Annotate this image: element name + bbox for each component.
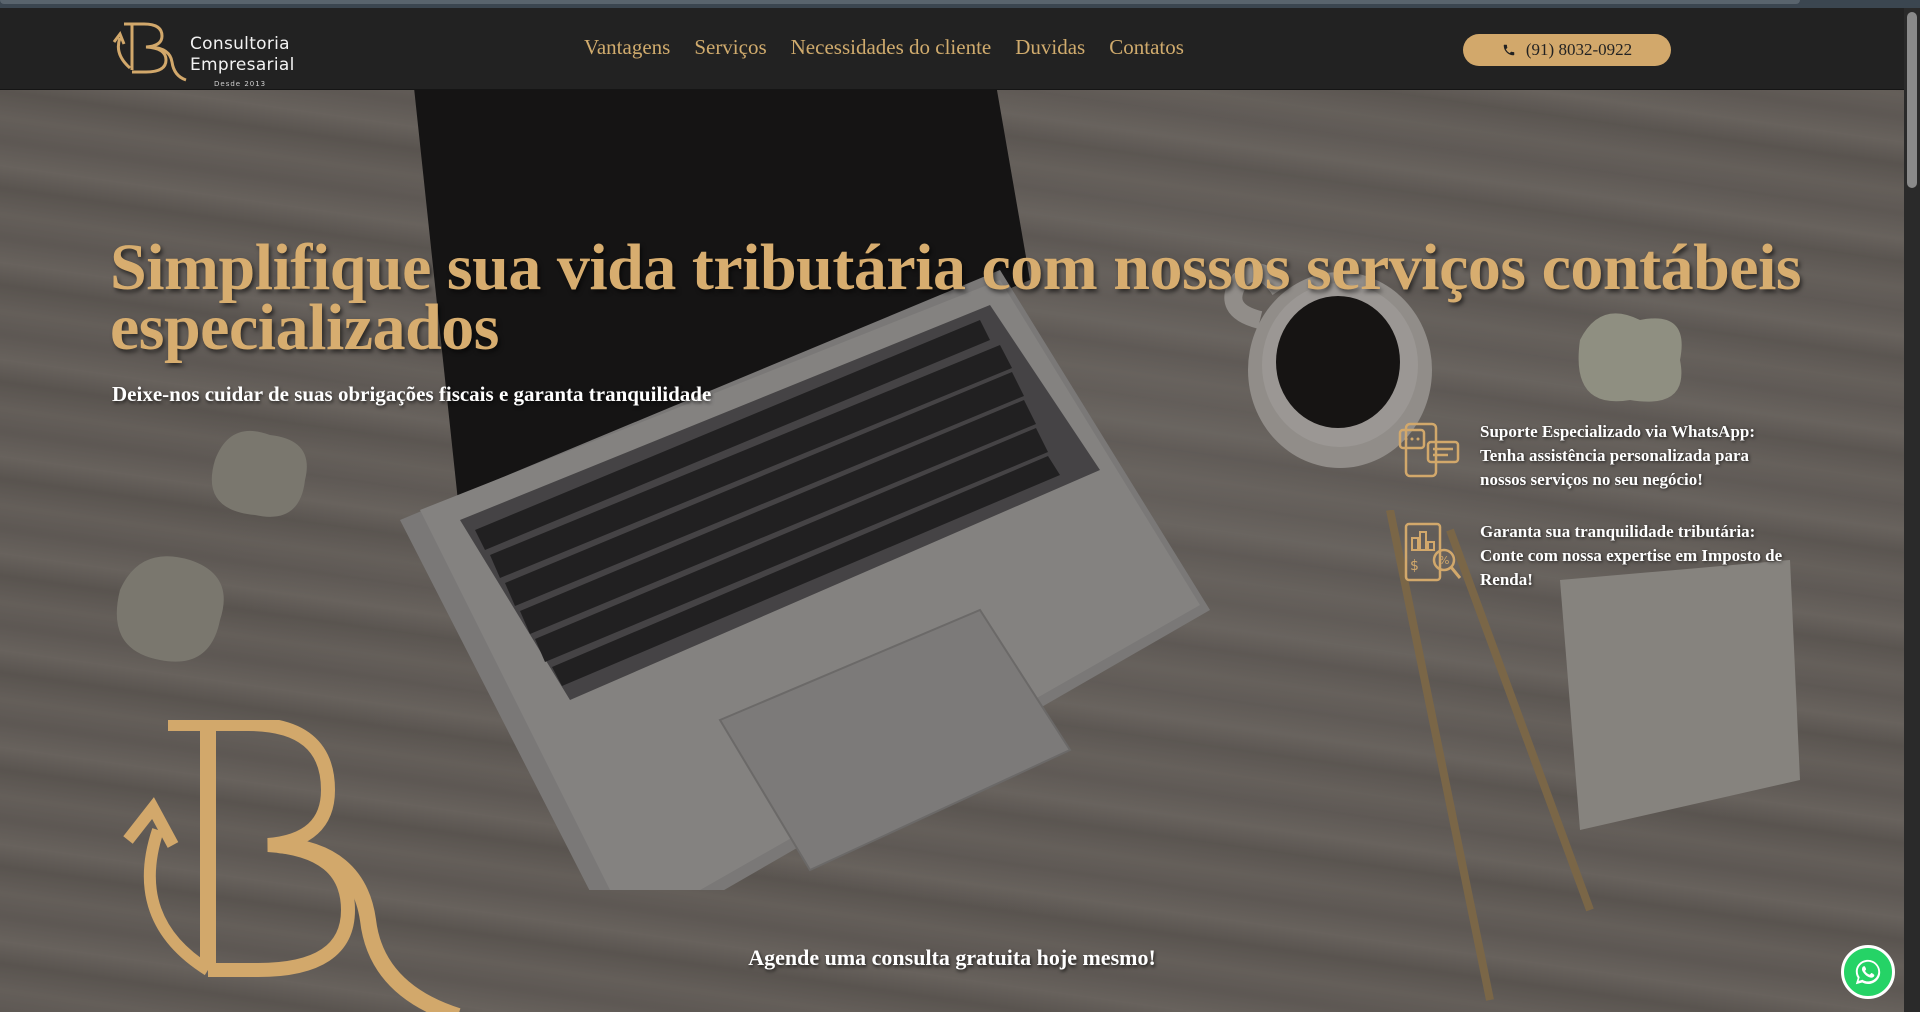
logo-since: Desde 2013 (214, 80, 267, 88)
main-nav: Vantagens Serviços Necessidades do clien… (584, 35, 1184, 60)
hero-section: Simplifique sua vida tributária com noss… (0, 90, 1904, 1012)
phone-icon (1503, 44, 1515, 56)
scrollbar-thumb[interactable] (1907, 12, 1917, 188)
site-header: Consultoria Empresarial Desde 2013 Vanta… (0, 8, 1904, 90)
page-scrollbar[interactable] (1904, 8, 1920, 1012)
feature-text: Suporte Especializado via WhatsApp: Tenh… (1480, 422, 1756, 489)
phone-number: (91) 8032-0922 (1525, 40, 1633, 59)
logo-text-line1: Consultoria (190, 34, 290, 54)
feature-text: Garanta sua tranquilidade tributária: Co… (1480, 522, 1783, 589)
svg-text:$: $ (1410, 558, 1419, 574)
whatsapp-floating-button[interactable] (1841, 945, 1895, 999)
nav-servicos[interactable]: Serviços (694, 35, 766, 60)
tax-document-icon: $ % (1404, 522, 1462, 582)
whatsapp-icon (1855, 959, 1881, 985)
nav-necessidades[interactable]: Necessidades do cliente (791, 35, 992, 60)
hero-subtitle: Deixe-nos cuidar de suas obrigações fisc… (112, 382, 712, 406)
hero-title: Simplifique sua vida tributária com noss… (110, 231, 1802, 364)
nav-duvidas[interactable]: Duvidas (1015, 35, 1085, 60)
nav-vantagens[interactable]: Vantagens (584, 35, 670, 60)
browser-top-edge (0, 0, 1920, 8)
brand-logo[interactable]: Consultoria Empresarial Desde 2013 (110, 18, 300, 88)
feature-whatsapp-support: Suporte Especializado via WhatsApp: Tenh… (1398, 420, 1798, 492)
svg-text:%: % (1439, 554, 1449, 567)
logo-text-line2: Empresarial (190, 55, 295, 75)
br-monogram-icon (112, 22, 187, 82)
whatsapp-support-icon (1398, 422, 1460, 478)
feature-tax: $ % Garanta sua tranquilidade tributária… (1398, 520, 1798, 592)
cta-text[interactable]: Agende uma consulta gratuita hoje mesmo! (0, 945, 1904, 971)
nav-contatos[interactable]: Contatos (1109, 35, 1184, 60)
phone-button[interactable]: (91) 8032-0922 (1463, 34, 1671, 66)
